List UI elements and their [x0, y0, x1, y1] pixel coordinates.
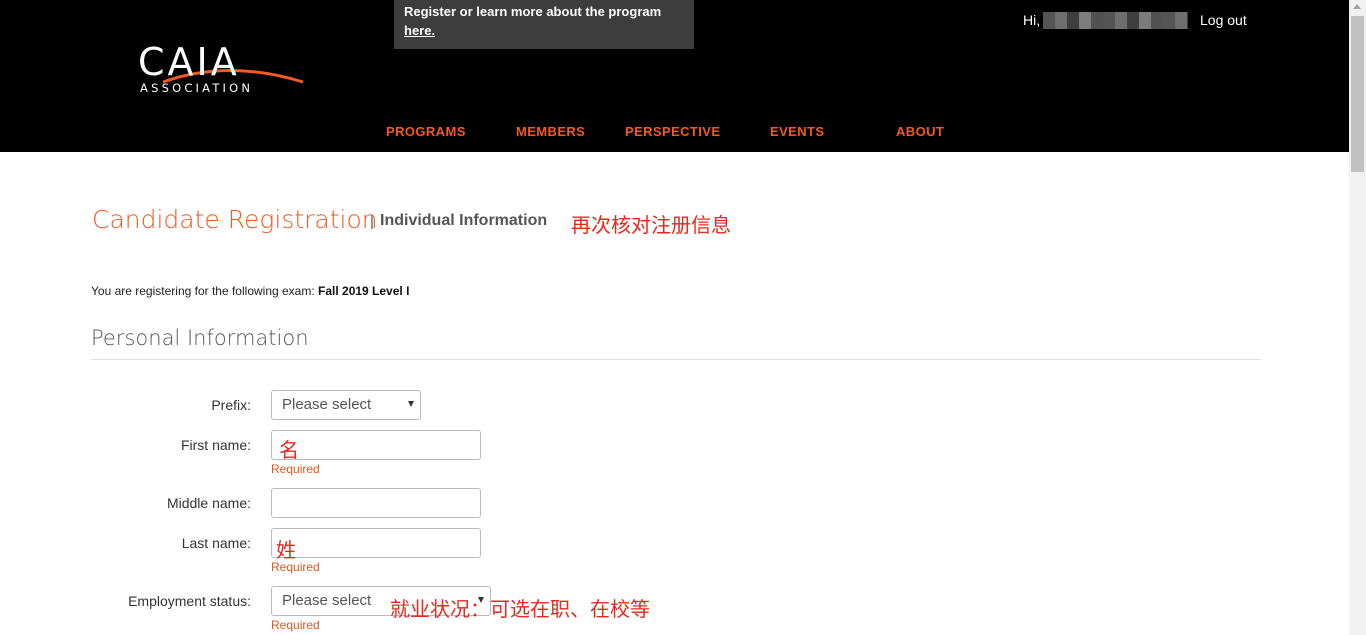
caia-logo[interactable]: CAIA ASSOCIATION: [138, 40, 308, 100]
exam-prefix: You are registering for the following ex…: [91, 284, 319, 298]
prefix-label: Prefix:: [211, 397, 251, 413]
logout-link[interactable]: Log out: [1200, 12, 1247, 28]
first-name-input[interactable]: 名: [271, 430, 481, 462]
top-header: CAIA ASSOCIATION Register or learn more …: [0, 0, 1349, 152]
middle-name-label: Middle name:: [166, 495, 251, 511]
employment-status-required: Required: [271, 618, 320, 632]
nav-about[interactable]: ABOUT: [896, 124, 944, 139]
nav-programs[interactable]: PROGRAMS: [386, 124, 466, 139]
last-name-value: 姓: [276, 538, 296, 562]
last-name-required: Required: [271, 560, 320, 574]
exam-info: You are registering for the following ex…: [91, 284, 409, 298]
nav-members[interactable]: MEMBERS: [516, 124, 585, 139]
vertical-scrollbar[interactable]: [1349, 0, 1366, 635]
nav-events[interactable]: EVENTS: [770, 124, 824, 139]
last-name-input[interactable]: 姓: [271, 528, 481, 562]
dropdown-arrow-icon: [408, 401, 414, 407]
promo-text: Register or learn more about the program: [404, 4, 662, 19]
first-name-required: Required: [271, 462, 320, 476]
page-subtitle: Individual Information: [380, 212, 548, 229]
scroll-up-arrow-icon[interactable]: [1353, 4, 1361, 9]
nav-perspective[interactable]: PERSPECTIVE: [625, 124, 720, 139]
section-title: Personal Information: [91, 326, 309, 350]
employment-status-label: Employment status:: [128, 593, 251, 609]
prefix-select-value: Please select: [282, 396, 372, 413]
register-promo: Register or learn more about the program…: [394, 0, 694, 49]
last-name-label: Last name:: [181, 535, 251, 551]
logo-subtitle: ASSOCIATION: [140, 81, 254, 95]
employment-status-value: Please select: [282, 592, 372, 609]
logo-wordmark: CAIA: [138, 40, 240, 84]
prefix-select[interactable]: Please select: [271, 390, 421, 420]
first-name-label: First name:: [180, 437, 251, 453]
exam-name: Fall 2019 Level I: [318, 284, 410, 298]
first-name-value: 名: [279, 438, 299, 462]
scroll-thumb[interactable]: [1351, 16, 1364, 172]
section-divider: [91, 359, 1261, 360]
middle-name-input[interactable]: [271, 488, 481, 518]
title-annotation: 再次核对注册信息: [571, 213, 731, 237]
promo-here-link[interactable]: here.: [404, 23, 435, 38]
page-title: Candidate Registration: [92, 205, 378, 234]
redacted-username: [1043, 12, 1188, 29]
employment-annotation: 就业状况：可选在职、在校等: [390, 597, 650, 621]
title-separator: |: [370, 213, 374, 230]
greeting-text: Hi,: [1023, 12, 1041, 28]
